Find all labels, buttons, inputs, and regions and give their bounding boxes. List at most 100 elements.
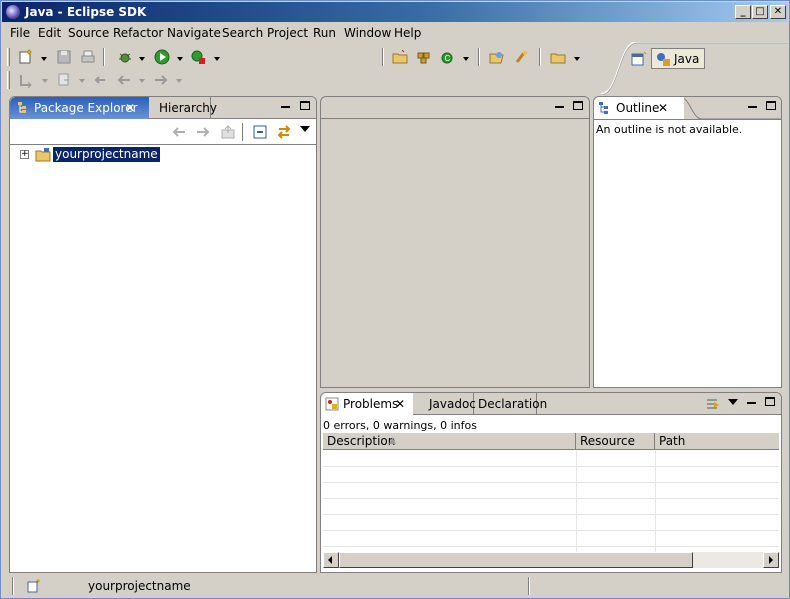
window-title: Java - Eclipse SDK <box>25 5 147 19</box>
editor-area <box>320 96 590 388</box>
maximize-view-icon[interactable] <box>300 101 310 111</box>
back-icon[interactable] <box>171 124 187 140</box>
fast-view-icon[interactable] <box>26 578 42 594</box>
close-package-explorer-icon[interactable]: ✕ <box>125 97 135 119</box>
open-type-icon[interactable] <box>489 49 505 65</box>
title-bar[interactable]: Java - Eclipse SDK _ □ ✕ <box>2 2 788 22</box>
column-resource[interactable]: Resource <box>576 433 655 450</box>
toolbar-grip[interactable] <box>7 48 10 66</box>
view-menu-icon[interactable] <box>300 126 310 132</box>
close-outline-icon[interactable]: ✕ <box>658 97 668 119</box>
open-folder-dropdown-icon[interactable] <box>574 57 580 61</box>
maximize-problems-icon[interactable] <box>765 397 775 407</box>
eclipse-window: Java - Eclipse SDK _ □ ✕ File Edit Sourc… <box>0 0 790 599</box>
save-icon[interactable] <box>56 49 72 65</box>
last-edit-location-icon[interactable] <box>92 72 108 88</box>
tree-item-project[interactable]: + yourprojectname <box>10 147 310 163</box>
scroll-left-button[interactable] <box>323 552 339 568</box>
menu-run[interactable]: Run <box>313 26 336 40</box>
outline-tab-label: Outline <box>616 101 660 115</box>
problems-tab-label: Problems <box>343 397 399 411</box>
filter-icon[interactable] <box>705 396 721 412</box>
menu-file[interactable]: File <box>10 26 30 40</box>
menu-source[interactable]: Source <box>68 26 109 40</box>
close-window-button[interactable]: ✕ <box>770 5 786 19</box>
menu-window[interactable]: Window <box>344 26 391 40</box>
java-perspective-icon <box>657 53 670 66</box>
up-icon[interactable] <box>220 124 236 140</box>
tab-javadoc[interactable]: Javadoc <box>425 393 476 415</box>
forward-icon[interactable] <box>153 72 169 88</box>
toolbar-grip-2[interactable] <box>7 71 10 89</box>
menu-help[interactable]: Help <box>394 26 421 40</box>
outline-message: An outline is not available. <box>596 123 743 136</box>
minimize-outline-icon[interactable] <box>748 101 758 111</box>
new-wizard-dropdown-icon[interactable] <box>41 57 47 61</box>
new-wizard-icon[interactable] <box>18 49 34 65</box>
package-explorer-toolbar <box>10 119 316 145</box>
run-icon[interactable] <box>154 49 170 65</box>
java-perspective-label: Java <box>674 52 700 66</box>
scroll-thumb[interactable] <box>339 552 693 568</box>
print-icon[interactable] <box>80 49 96 65</box>
scroll-right-icon <box>769 556 773 564</box>
minimize-view-icon[interactable] <box>281 101 291 111</box>
new-java-project-icon[interactable] <box>392 49 408 65</box>
java-perspective-button[interactable]: Java <box>651 48 705 69</box>
outline-icon <box>599 102 608 114</box>
package-explorer-icon <box>18 102 26 113</box>
menu-navigate[interactable]: Navigate <box>167 26 221 40</box>
external-tools-icon[interactable] <box>190 49 206 65</box>
collapse-all-icon[interactable] <box>252 124 268 140</box>
tab-hierarchy[interactable]: Hierarchy <box>153 97 217 119</box>
maximize-outline-icon[interactable] <box>766 101 776 111</box>
outline-view: Outline ✕ An outline is not available. <box>593 96 782 388</box>
back-dropdown-icon[interactable] <box>139 79 145 83</box>
menu-project[interactable]: Project <box>267 26 308 40</box>
minimize-window-button[interactable]: _ <box>735 5 751 19</box>
scroll-right-button[interactable] <box>763 552 779 568</box>
expand-icon[interactable]: + <box>20 150 29 159</box>
problems-view-menu-icon[interactable] <box>728 399 738 405</box>
tab-problems[interactable]: Problems ✕ <box>321 393 413 415</box>
open-perspective-icon[interactable] <box>631 51 647 67</box>
svg-text:C: C <box>445 54 451 63</box>
menu-search[interactable]: Search <box>222 26 263 40</box>
minimize-editor-icon[interactable] <box>555 101 565 111</box>
column-description[interactable]: Description ▲ <box>323 433 576 450</box>
next-annotation-dropdown-icon[interactable] <box>42 79 48 83</box>
close-problems-icon[interactable]: ✕ <box>395 393 405 415</box>
maximize-editor-icon[interactable] <box>573 101 583 111</box>
status-selection: yourprojectname <box>88 579 191 593</box>
package-explorer-tab-label: Package Explorer <box>34 101 138 115</box>
problems-horizontal-scrollbar[interactable] <box>323 552 779 568</box>
next-annotation-icon[interactable] <box>18 72 34 88</box>
problems-icon <box>325 397 339 411</box>
tab-declaration[interactable]: Declaration <box>474 393 547 415</box>
hierarchy-tab-label: Hierarchy <box>159 101 218 115</box>
package-explorer-view: Package Explorer ✕ Hierarchy + yourproje… <box>9 96 317 573</box>
problems-view: Problems ✕ Javadoc Declaration 0 errors,… <box>320 392 782 573</box>
minimize-problems-icon[interactable] <box>747 397 757 407</box>
menu-edit[interactable]: Edit <box>38 26 61 40</box>
search-icon[interactable] <box>514 49 530 65</box>
link-with-editor-icon[interactable] <box>276 124 292 140</box>
tab-package-explorer[interactable]: Package Explorer ✕ <box>10 97 149 119</box>
new-java-class-icon[interactable]: C <box>440 49 456 65</box>
open-folder-icon[interactable] <box>550 49 566 65</box>
forward-dropdown-icon[interactable] <box>176 79 182 83</box>
debug-dropdown-icon[interactable] <box>139 57 145 61</box>
previous-annotation-dropdown-icon[interactable] <box>79 79 85 83</box>
run-dropdown-icon[interactable] <box>177 57 183 61</box>
external-tools-dropdown-icon[interactable] <box>214 57 220 61</box>
maximize-window-button[interactable]: □ <box>752 5 768 19</box>
new-java-class-dropdown-icon[interactable] <box>463 57 469 61</box>
tab-outline[interactable]: Outline ✕ <box>594 97 684 119</box>
menu-refactor[interactable]: Refactor <box>113 26 163 40</box>
forward-icon[interactable] <box>195 124 211 140</box>
new-java-package-icon[interactable] <box>416 49 432 65</box>
previous-annotation-icon[interactable] <box>56 72 72 88</box>
back-icon[interactable] <box>116 72 132 88</box>
column-path[interactable]: Path <box>655 433 779 450</box>
debug-icon[interactable] <box>117 49 133 65</box>
